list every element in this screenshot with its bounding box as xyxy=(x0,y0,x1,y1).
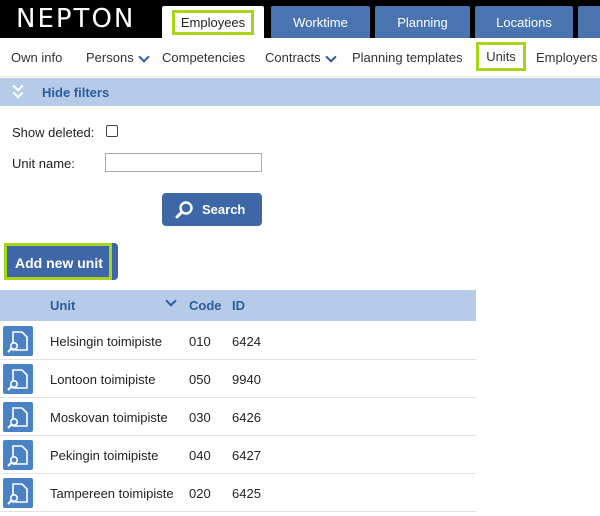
unit-name-cell: Tampereen toimipiste xyxy=(50,486,174,501)
search-icon xyxy=(175,200,193,218)
subnav-own-info-label: Own info xyxy=(11,50,63,65)
subnav-planning-templates-label: Planning templates xyxy=(352,50,463,65)
subnav-planning-templates[interactable]: Planning templates xyxy=(352,38,463,77)
edit-document-icon[interactable] xyxy=(3,364,33,394)
subnav-persons-label: Persons xyxy=(86,50,134,65)
edit-document-icon[interactable] xyxy=(3,478,33,508)
subnav-contracts[interactable]: Contracts xyxy=(265,38,337,77)
subnav-own-info[interactable]: Own info xyxy=(11,38,62,77)
app-logo: NEPTON xyxy=(16,4,136,34)
unit-code-cell: 040 xyxy=(189,448,211,463)
subnav-units[interactable]: Units xyxy=(476,42,526,71)
table-row: Tampereen toimipiste 020 6425 xyxy=(0,474,476,512)
unit-id-cell: 9940 xyxy=(232,372,261,387)
search-button[interactable]: Search xyxy=(162,193,262,226)
unit-id-cell: 6424 xyxy=(232,334,261,349)
table-row: Lontoon toimipiste 050 9940 xyxy=(0,360,476,398)
table-header: Unit Code ID xyxy=(0,290,476,321)
unit-id-cell: 6427 xyxy=(232,448,261,463)
table-row: Moskovan toimipiste 030 6426 xyxy=(0,398,476,436)
column-header-code[interactable]: Code xyxy=(189,298,222,313)
column-header-id[interactable]: ID xyxy=(232,298,245,313)
subnav-units-label: Units xyxy=(486,49,516,64)
tab-employees-label: Employees xyxy=(171,9,255,35)
edit-document-icon[interactable] xyxy=(3,402,33,432)
subnav-competencies-label: Competencies xyxy=(162,50,246,65)
unit-code-cell: 030 xyxy=(189,410,211,425)
tab-planning-label: Planning xyxy=(397,14,448,30)
unit-name-input[interactable] xyxy=(105,153,262,172)
add-new-unit-label: Add new unit xyxy=(15,255,103,271)
search-button-label: Search xyxy=(202,202,246,217)
chevron-down-icon xyxy=(324,50,337,63)
unit-id-cell: 6425 xyxy=(232,486,261,501)
tab-employees[interactable]: Employees xyxy=(162,6,264,38)
tab-locations-label: Locations xyxy=(496,14,552,30)
column-header-unit[interactable]: Unit xyxy=(50,298,75,313)
tab-more[interactable] xyxy=(578,6,600,38)
unit-id-cell: 6426 xyxy=(232,410,261,425)
chevron-down-icon xyxy=(138,50,150,63)
show-deleted-checkbox[interactable] xyxy=(106,125,118,137)
unit-code-cell: 020 xyxy=(189,486,211,501)
edit-document-icon[interactable] xyxy=(3,326,33,356)
unit-name-cell: Moskovan toimipiste xyxy=(50,410,168,425)
double-chevron-down-icon xyxy=(12,80,26,102)
subnav-contracts-label: Contracts xyxy=(265,50,321,65)
tab-planning[interactable]: Planning xyxy=(375,6,470,38)
unit-code-cell: 050 xyxy=(189,372,211,387)
subnav-employers-label: Employers xyxy=(536,50,598,65)
unit-name-label: Unit name: xyxy=(12,156,75,171)
unit-name-cell: Lontoon toimipiste xyxy=(50,372,156,387)
subnav-employers[interactable]: Employers xyxy=(536,38,597,77)
filter-toggle-bar[interactable]: Hide filters xyxy=(0,78,600,106)
hide-filters-label: Hide filters xyxy=(42,85,110,100)
tab-worktime[interactable]: Worktime xyxy=(271,6,370,38)
tab-locations[interactable]: Locations xyxy=(475,6,573,38)
subnav-persons[interactable]: Persons xyxy=(86,38,150,77)
tab-worktime-label: Worktime xyxy=(293,14,348,30)
subnav-competencies[interactable]: Competencies xyxy=(162,38,245,77)
unit-name-cell: Pekingin toimipiste xyxy=(50,448,159,463)
table-row: Pekingin toimipiste 040 6427 xyxy=(0,436,476,474)
edit-document-icon[interactable] xyxy=(3,440,33,470)
show-deleted-label: Show deleted: xyxy=(12,125,95,140)
table-row: Helsingin toimipiste 010 6424 xyxy=(0,322,476,360)
unit-code-cell: 010 xyxy=(189,334,211,349)
unit-name-cell: Helsingin toimipiste xyxy=(50,334,162,349)
